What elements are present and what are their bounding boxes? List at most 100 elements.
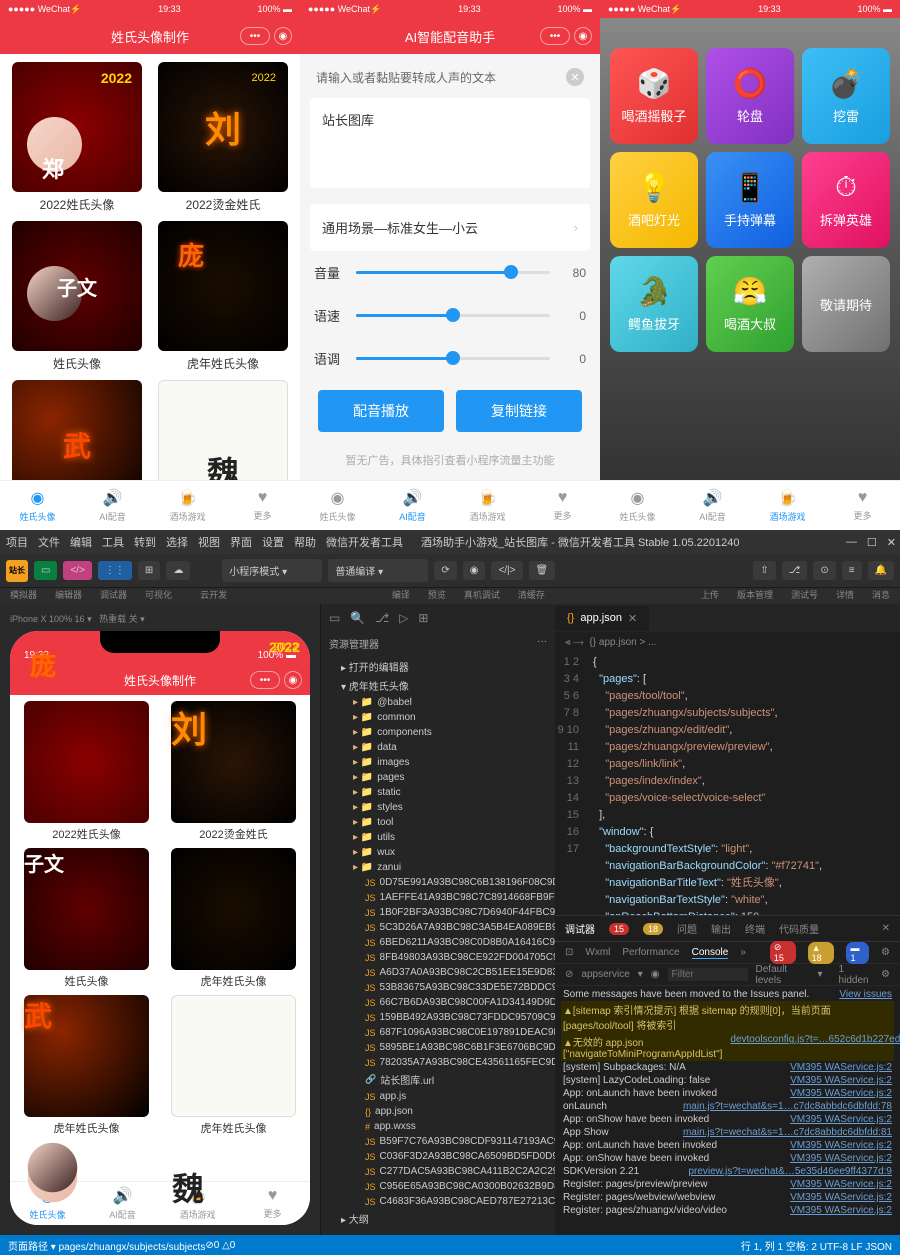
tab-games[interactable]: 🍺酒场游戏 — [450, 481, 525, 530]
menu-item[interactable]: 微信开发者工具 — [326, 534, 403, 550]
tab-voice[interactable]: 🔊AI配音 — [75, 481, 150, 530]
tab-more[interactable]: ♥更多 — [825, 481, 900, 530]
tab-terminal[interactable]: 终端 — [745, 921, 765, 936]
close-icon[interactable]: ✕ — [628, 612, 637, 625]
minimize-icon[interactable]: — — [846, 536, 857, 549]
avatar-item[interactable]: 2022烫金姓氏 — [154, 62, 292, 213]
tab-voice[interactable]: 🔊AI配音 — [375, 481, 450, 530]
menu-icon[interactable]: ••• — [540, 27, 570, 45]
menu-item[interactable]: 界面 — [230, 534, 252, 550]
close-icon[interactable]: ✕ — [887, 536, 896, 549]
console-output[interactable]: Some messages have been moved to the Iss… — [555, 986, 900, 1235]
close-icon[interactable]: ✕ — [566, 68, 584, 86]
tile-roulette[interactable]: ⭕轮盘 — [706, 48, 794, 144]
tab-quality[interactable]: 代码质量 — [779, 921, 819, 936]
compile-button[interactable]: ⟳ — [434, 561, 456, 580]
menu-item[interactable]: 帮助 — [294, 534, 316, 550]
avatar-item[interactable]: 郑2022姓氏头像 — [8, 62, 146, 213]
visual-button[interactable]: ⊞ — [138, 561, 160, 580]
menu-item[interactable]: 文件 — [38, 534, 60, 550]
target-icon[interactable]: ◉ — [574, 27, 592, 45]
menu-item[interactable]: 视图 — [198, 534, 220, 550]
toolbar: 站长 ▭ </> ⋮⋮ ⊞ ☁ 小程序模式 ▾ 普通编译 ▾ ⟳ ◉ </|> … — [0, 554, 900, 588]
menu-icon[interactable]: ••• — [250, 671, 280, 689]
breadcrumb[interactable]: ⫷ ⟶{} app.json > ... — [555, 632, 900, 652]
tile-bomb[interactable]: ⏱拆弹英雄 — [802, 152, 890, 248]
menu-item[interactable]: 编辑 — [70, 534, 92, 550]
avatar-item[interactable] — [154, 380, 292, 480]
explorer-tab-icon[interactable]: ▭ — [329, 611, 340, 625]
test-button[interactable]: ⊙ — [813, 561, 835, 580]
menu-bar: 项目 文件 编辑 工具 转到 选择 视图 界面 设置 帮助 微信开发者工具 酒场… — [0, 530, 900, 554]
target-icon[interactable]: ◉ — [284, 671, 302, 689]
cache-button[interactable]: 🗑 — [529, 561, 556, 580]
dock-icon[interactable]: ⊡ — [565, 947, 573, 958]
tab-problems[interactable]: 问题 — [677, 921, 697, 936]
ext-icon[interactable]: ⊞ — [418, 611, 428, 625]
filter-input[interactable] — [668, 968, 748, 981]
simulator-button[interactable]: ▭ — [34, 561, 57, 580]
phone-screenshot-3: ●●●●● WeChat⚡19:33100% ▬ 🎲喝酒摇骰子 ⭕轮盘 💣挖雷 … — [600, 0, 900, 530]
menu-icon[interactable]: ••• — [240, 27, 270, 45]
debug-button[interactable]: </|> — [491, 561, 522, 580]
details-button[interactable]: ≡ — [842, 561, 862, 580]
close-icon[interactable]: ✕ — [882, 923, 890, 934]
avatar-item[interactable] — [8, 380, 146, 480]
play-button[interactable]: 配音播放 — [318, 390, 444, 432]
compile-dropdown[interactable]: 普通编译 ▾ — [328, 559, 428, 582]
editor-button[interactable]: </> — [63, 561, 91, 580]
tone-slider[interactable] — [356, 357, 550, 360]
simulator-phone[interactable]: 19:32100% ▬ 姓氏头像制作•••◉ 2022姓氏头像 2022烫金姓氏… — [10, 631, 310, 1225]
tab-avatar[interactable]: ◉姓氏头像 — [600, 481, 675, 530]
debugger-button[interactable]: ⋮⋮ — [98, 561, 132, 580]
tile-mine[interactable]: 💣挖雷 — [802, 48, 890, 144]
tab-output[interactable]: 输出 — [711, 921, 731, 936]
mode-dropdown[interactable]: 小程序模式 ▾ — [222, 559, 322, 582]
upload-button[interactable]: ⇧ — [753, 561, 775, 580]
tile-drink[interactable]: 😤喝酒大叔 — [706, 256, 794, 352]
menu-item[interactable]: 设置 — [262, 534, 284, 550]
speed-slider[interactable] — [356, 314, 550, 317]
tile-dice[interactable]: 🎲喝酒摇骰子 — [610, 48, 698, 144]
editor-tabs: {}app.json✕ — [555, 604, 900, 632]
file-tree[interactable]: ▸ 打开的编辑器▾ 虎年姓氏头像▸ 📁@babel▸ 📁common▸ 📁com… — [321, 655, 555, 1235]
gear-icon[interactable]: ⚙ — [881, 969, 890, 980]
message-button[interactable]: 🔔 — [868, 561, 894, 580]
context-dropdown[interactable]: appservice — [581, 969, 629, 980]
volume-slider[interactable] — [356, 271, 550, 274]
menu-item[interactable]: 工具 — [102, 534, 124, 550]
search-icon[interactable]: 🔍 — [350, 611, 365, 625]
tab-more[interactable]: ♥更多 — [525, 481, 600, 530]
tab-avatar[interactable]: ◉姓氏头像 — [300, 481, 375, 530]
tab-debugger[interactable]: 调试器 — [565, 921, 595, 936]
editor-tab[interactable]: {}app.json✕ — [555, 606, 649, 631]
avatar-item[interactable]: 虎年姓氏头像 — [154, 221, 292, 372]
tab-games[interactable]: 🍺酒场游戏 — [150, 481, 225, 530]
input-prompt: 请输入或者黏贴要转成人声的文本 — [316, 69, 496, 86]
tab-more[interactable]: ♥更多 — [225, 481, 300, 530]
tab-games[interactable]: 🍺酒场游戏 — [750, 481, 825, 530]
tab-avatar[interactable]: ◉姓氏头像 — [0, 481, 75, 530]
maximize-icon[interactable]: ☐ — [867, 536, 877, 549]
voice-selector[interactable]: 通用场景—标准女生—小云› — [310, 204, 590, 251]
version-button[interactable]: ⎇ — [782, 561, 808, 580]
code-editor[interactable]: 1 2 3 4 5 6 7 8 9 10 11 12 13 14 15 16 1… — [555, 652, 900, 915]
tile-croc[interactable]: 🐊鳄鱼拔牙 — [610, 256, 698, 352]
copy-button[interactable]: 复制链接 — [456, 390, 582, 432]
clear-icon[interactable]: ⊘ — [565, 969, 573, 980]
croc-icon: 🐊 — [637, 275, 672, 308]
gear-icon[interactable]: ⚙ — [881, 947, 890, 958]
menu-item[interactable]: 选择 — [166, 534, 188, 550]
menu-item[interactable]: 转到 — [134, 534, 156, 550]
cloud-button[interactable]: ☁ — [166, 561, 190, 580]
git-icon[interactable]: ⎇ — [375, 611, 389, 625]
menu-item[interactable]: 项目 — [6, 534, 28, 550]
tts-text-input[interactable]: 站长图库 — [310, 98, 590, 188]
debug-icon[interactable]: ▷ — [399, 611, 408, 625]
tile-danmu[interactable]: 📱手持弹幕 — [706, 152, 794, 248]
tab-voice[interactable]: 🔊AI配音 — [675, 481, 750, 530]
tile-light[interactable]: 💡酒吧灯光 — [610, 152, 698, 248]
preview-button[interactable]: ◉ — [463, 561, 486, 580]
target-icon[interactable]: ◉ — [274, 27, 292, 45]
avatar-item[interactable]: 姓氏头像 — [8, 221, 146, 372]
